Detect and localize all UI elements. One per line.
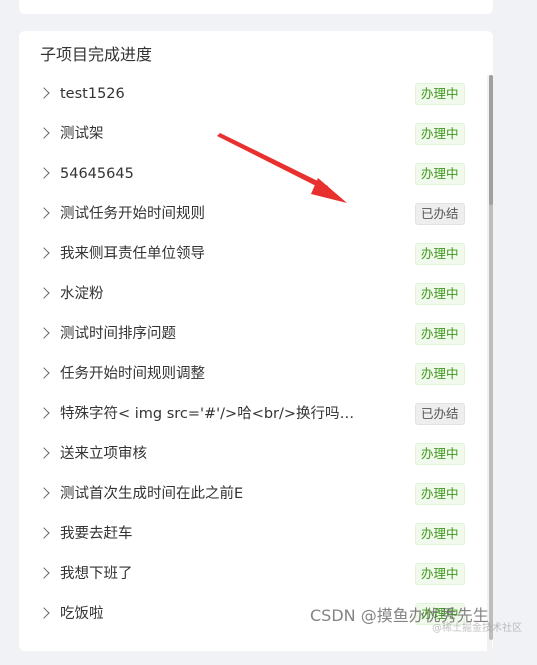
panel-title: 子项目完成进度 xyxy=(40,45,153,64)
list-item[interactable]: 54645645 办理中 xyxy=(19,155,489,195)
subproject-name: 特殊字符< img src='#'/>哈<br/>换行吗？ 所... xyxy=(60,406,366,422)
juejin-watermark: @稀土掘金技术社区 xyxy=(432,623,522,634)
status-badge: 已办结 xyxy=(415,403,465,425)
list-item[interactable]: 特殊字符< img src='#'/>哈<br/>换行吗？ 所... 已办结 xyxy=(19,395,489,435)
subproject-name: 测试任务开始时间规则 xyxy=(60,206,205,222)
status-badge: 办理中 xyxy=(415,563,465,585)
chevron-right-icon[interactable] xyxy=(38,407,50,419)
list-item[interactable]: 测试时间排序问题 办理中 xyxy=(19,315,489,355)
chevron-right-icon[interactable] xyxy=(38,487,50,499)
status-badge: 办理中 xyxy=(415,363,465,385)
status-badge: 办理中 xyxy=(415,163,465,185)
status-badge: 办理中 xyxy=(415,523,465,545)
status-badge: 办理中 xyxy=(415,323,465,345)
subproject-name: test1526 xyxy=(60,86,125,102)
chevron-right-icon[interactable] xyxy=(38,127,50,139)
list-item[interactable]: 测试架 办理中 xyxy=(19,115,489,155)
list-item[interactable]: 我想下班了 办理中 xyxy=(19,555,489,595)
subproject-name: 任务开始时间规则调整 xyxy=(60,366,205,382)
subproject-name: 我想下班了 xyxy=(60,566,133,582)
status-badge: 办理中 xyxy=(415,283,465,305)
subproject-name: 水淀粉 xyxy=(60,286,104,302)
status-badge: 办理中 xyxy=(415,443,465,465)
chevron-right-icon[interactable] xyxy=(38,327,50,339)
chevron-right-icon[interactable] xyxy=(38,247,50,259)
chevron-right-icon[interactable] xyxy=(38,167,50,179)
status-badge: 办理中 xyxy=(415,83,465,105)
chevron-right-icon[interactable] xyxy=(38,607,50,619)
subproject-name: 测试首次生成时间在此之前E xyxy=(60,486,244,502)
list-item[interactable]: 测试首次生成时间在此之前E 办理中 xyxy=(19,475,489,515)
list-item[interactable]: 我来侧耳责任单位领导 办理中 xyxy=(19,235,489,275)
subproject-progress-panel: 子项目完成进度 test1526 办理中 测试架 办理中 54645645 办理… xyxy=(19,31,493,665)
subproject-list: test1526 办理中 测试架 办理中 54645645 办理中 测试任务开始… xyxy=(19,75,489,635)
chevron-right-icon[interactable] xyxy=(38,367,50,379)
subproject-name: 送来立项审核 xyxy=(60,446,147,462)
status-badge: 办理中 xyxy=(415,243,465,265)
subproject-name: 我要去赶车 xyxy=(60,526,133,542)
subproject-name: 我来侧耳责任单位领导 xyxy=(60,246,205,262)
subproject-name: 54645645 xyxy=(60,166,134,182)
list-item[interactable]: 测试任务开始时间规则 已办结 xyxy=(19,195,489,235)
scrollbar-thumb-highlight xyxy=(489,75,493,205)
status-badge: 办理中 xyxy=(415,123,465,145)
chevron-right-icon[interactable] xyxy=(38,527,50,539)
previous-card xyxy=(19,0,493,14)
chevron-right-icon[interactable] xyxy=(38,287,50,299)
chevron-right-icon[interactable] xyxy=(38,87,50,99)
chevron-right-icon[interactable] xyxy=(38,207,50,219)
subproject-name: 测试架 xyxy=(60,126,104,142)
list-item[interactable]: 水淀粉 办理中 xyxy=(19,275,489,315)
chevron-right-icon[interactable] xyxy=(38,447,50,459)
chevron-right-icon[interactable] xyxy=(38,567,50,579)
subproject-name: 测试时间排序问题 xyxy=(60,326,176,342)
status-badge: 已办结 xyxy=(415,203,465,225)
list-item[interactable]: test1526 办理中 xyxy=(19,75,489,115)
list-item[interactable]: 任务开始时间规则调整 办理中 xyxy=(19,355,489,395)
list-item[interactable]: 我要去赶车 办理中 xyxy=(19,515,489,555)
list-item[interactable]: 送来立项审核 办理中 xyxy=(19,435,489,475)
status-badge: 办理中 xyxy=(415,483,465,505)
